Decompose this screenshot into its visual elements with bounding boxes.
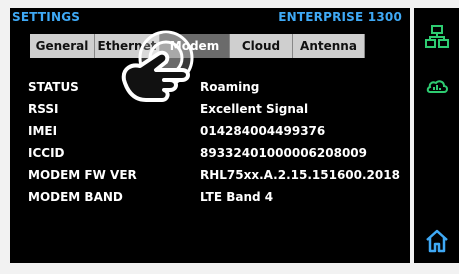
info-label: IMEI bbox=[28, 124, 58, 138]
touch-hand-icon bbox=[121, 30, 194, 102]
info-label: ICCID bbox=[28, 146, 65, 160]
info-row: RSSI Excellent Signal bbox=[28, 102, 408, 122]
info-value: Excellent Signal bbox=[200, 102, 309, 116]
settings-screen: SETTINGS ENTERPRISE 1300 General Etherne… bbox=[10, 8, 410, 263]
info-value: RHL75xx.A.2.15.151600.2018 bbox=[200, 168, 400, 182]
tab-general[interactable]: General bbox=[30, 34, 95, 58]
info-label: MODEM FW VER bbox=[28, 168, 137, 182]
device-name: ENTERPRISE 1300 bbox=[278, 10, 402, 24]
info-value: LTE Band 4 bbox=[200, 190, 274, 204]
info-label: RSSI bbox=[28, 102, 59, 116]
sidebar bbox=[414, 8, 459, 263]
tab-antenna[interactable]: Antenna bbox=[293, 34, 365, 58]
info-row: MODEM BAND LTE Band 4 bbox=[28, 190, 408, 210]
info-row: IMEI 014284004499376 bbox=[28, 124, 408, 144]
info-label: MODEM BAND bbox=[28, 190, 123, 204]
info-row: STATUS Roaming bbox=[28, 80, 408, 100]
tab-cloud[interactable]: Cloud bbox=[230, 34, 293, 58]
info-value: 014284004499376 bbox=[200, 124, 326, 138]
cloud-icon[interactable] bbox=[424, 72, 450, 98]
info-row: ICCID 89332401000006208009 bbox=[28, 146, 408, 166]
device-frame: SETTINGS ENTERPRISE 1300 General Etherne… bbox=[0, 0, 459, 274]
info-value: 89332401000006208009 bbox=[200, 146, 367, 160]
home-icon[interactable] bbox=[424, 228, 450, 254]
info-row: MODEM FW VER RHL75xx.A.2.15.151600.2018 bbox=[28, 168, 408, 188]
info-label: STATUS bbox=[28, 80, 79, 94]
network-icon[interactable] bbox=[424, 24, 450, 50]
page-title: SETTINGS bbox=[12, 10, 81, 24]
